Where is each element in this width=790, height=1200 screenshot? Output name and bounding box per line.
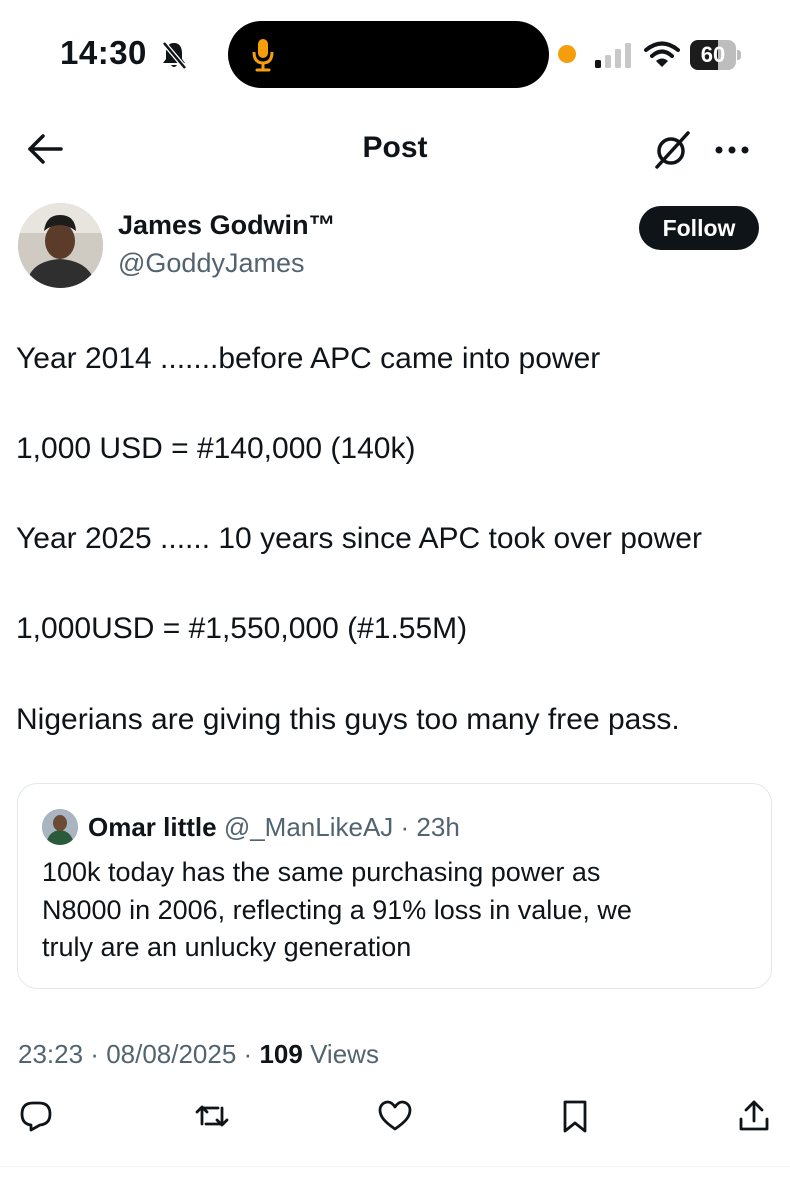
post-text-line: Nigerians are giving this guys too many … [16, 703, 680, 736]
battery-level: 60 [700, 42, 726, 67]
cellular-signal-icon [595, 43, 631, 68]
grok-icon[interactable] [652, 130, 692, 170]
post-date: 08/08/2025 [106, 1039, 237, 1069]
privacy-indicator [558, 45, 576, 63]
quoted-post-header: Omar little @_ManLikeAJ · 23h [88, 812, 460, 843]
wifi-icon [644, 41, 680, 67]
battery-indicator: 60 [690, 40, 742, 70]
more-icon[interactable] [712, 134, 752, 166]
dynamic-island [228, 21, 549, 88]
status-time: 14:30 [60, 34, 147, 71]
repost-icon[interactable] [194, 1098, 230, 1134]
separator: · [393, 812, 417, 842]
bell-muted-icon [162, 41, 187, 70]
post-text-line: Year 2014 .......before APC came into po… [16, 342, 601, 375]
quoted-author-avatar [42, 809, 78, 845]
post-text-line: 1,000USD = #1,550,000 (#1.55M) [16, 612, 468, 645]
quoted-author-handle: @_ManLikeAJ [223, 812, 394, 842]
microphone-icon [252, 39, 274, 72]
quoted-text-line: N8000 in 2006, reflecting a 91% loss in … [42, 895, 632, 925]
post-time: 23:23 [18, 1039, 84, 1069]
divider [0, 1166, 790, 1167]
like-icon[interactable] [377, 1098, 413, 1134]
separator: · [83, 1039, 107, 1069]
separator: · [236, 1039, 260, 1069]
author-avatar[interactable] [18, 203, 103, 288]
quoted-post-time: 23h [416, 812, 460, 842]
post-text-line: 1,000 USD = #140,000 (140k) [16, 432, 416, 465]
bookmark-icon[interactable] [557, 1098, 593, 1134]
follow-button[interactable]: Follow [639, 206, 759, 250]
views-label: Views [310, 1039, 379, 1069]
author-name[interactable]: James Godwin™ [118, 210, 336, 241]
quoted-text-line: 100k today has the same purchasing power… [42, 857, 601, 887]
share-icon[interactable] [736, 1098, 772, 1134]
quoted-author-name: Omar little [88, 812, 217, 842]
post-text-line: Year 2025 ...... 10 years since APC took… [16, 522, 702, 555]
reply-icon[interactable] [18, 1098, 54, 1134]
post-meta: 23:23 · 08/08/2025 · 109 Views [18, 1039, 379, 1070]
quoted-text-line: truly are an unlucky generation [42, 932, 412, 962]
author-handle[interactable]: @GoddyJames [118, 248, 304, 279]
views-count[interactable]: 109 [259, 1039, 302, 1069]
